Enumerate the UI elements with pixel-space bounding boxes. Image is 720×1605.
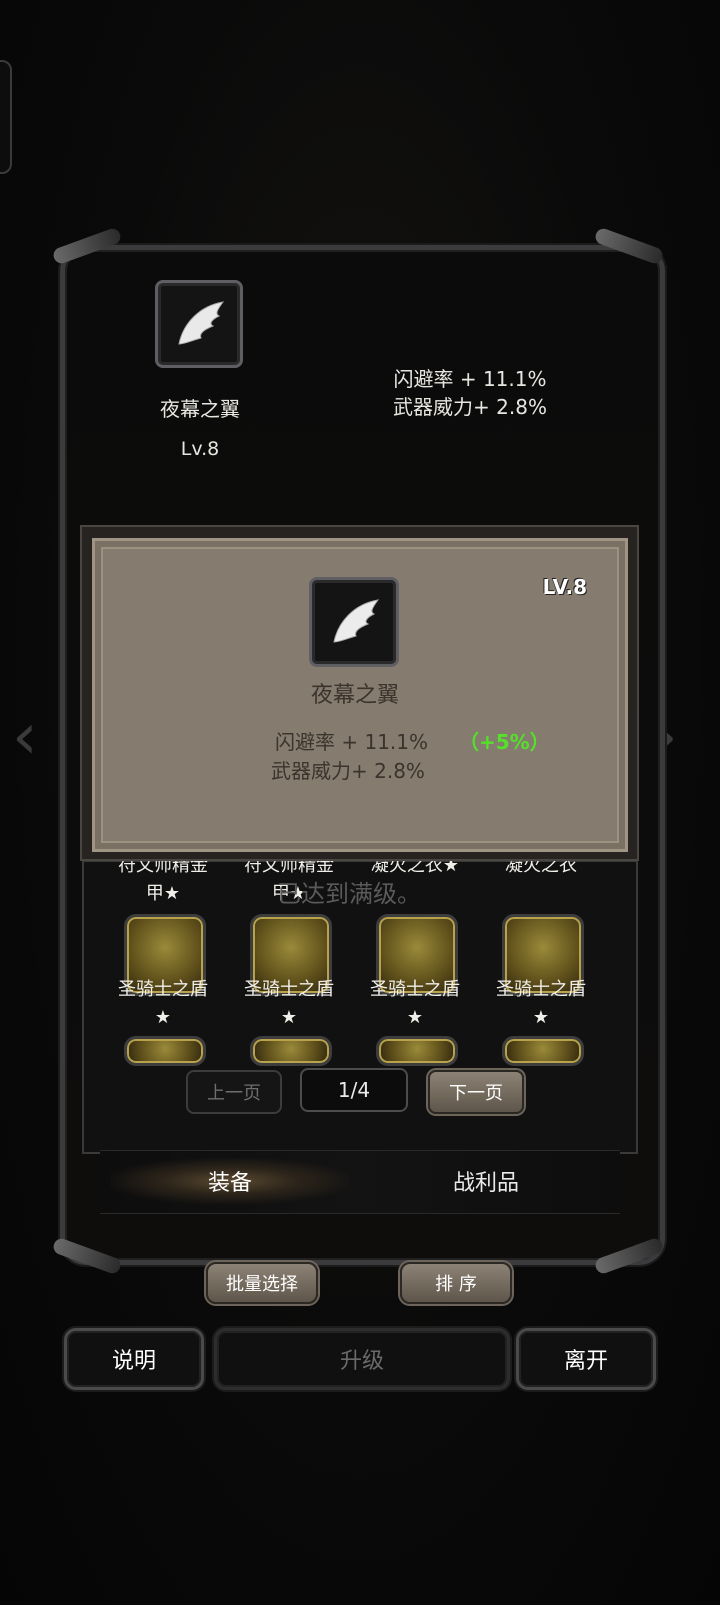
upgrade-button[interactable]: 升级 bbox=[214, 1328, 510, 1390]
shield-icon[interactable] bbox=[250, 1036, 332, 1066]
shield-icon[interactable] bbox=[124, 1036, 206, 1066]
inventory-grid: 符文师精金 符文师精金 凝火之衣★ 凝火之衣 甲★ 甲★ 已达到满级。 圣骑士之… bbox=[82, 855, 638, 1154]
prev-arrow-icon[interactable]: ‹ bbox=[12, 700, 38, 774]
max-level-overlay: 已达到满级。 bbox=[277, 880, 421, 908]
grid-item-name: 圣骑士之盾 bbox=[244, 979, 334, 1000]
prev-page-button[interactable]: 上一页 bbox=[186, 1070, 282, 1114]
grid-item-name: 甲★ bbox=[145, 883, 181, 904]
leave-button[interactable]: 离开 bbox=[516, 1328, 656, 1390]
grid-item-star: ★ bbox=[532, 1007, 550, 1028]
tooltip-level: LV.8 bbox=[542, 575, 587, 599]
tab-equipment[interactable]: 装备 bbox=[110, 1158, 350, 1204]
shield-icon[interactable] bbox=[502, 1036, 584, 1066]
tab-loot[interactable]: 战利品 bbox=[366, 1158, 606, 1204]
side-tab[interactable] bbox=[0, 60, 12, 174]
shield-icon[interactable] bbox=[376, 1036, 458, 1066]
grid-item-star: ★ bbox=[154, 1007, 172, 1028]
item-tooltip: LV.8 夜幕之翼 闪避率 + 11.1% 武器威力+ 2.8% （+5%） bbox=[92, 538, 628, 852]
page-indicator: 1/4 bbox=[300, 1068, 408, 1112]
help-button[interactable]: 说明 bbox=[64, 1328, 204, 1390]
wing-icon bbox=[333, 599, 380, 643]
tooltip-bonus: （+5%） bbox=[459, 730, 550, 754]
tooltip-stat-1: 闪避率 + 11.1% bbox=[275, 730, 429, 754]
batch-select-button[interactable]: 批量选择 bbox=[206, 1262, 318, 1304]
tooltip-item-name: 夜幕之翼 bbox=[310, 683, 399, 708]
sort-button[interactable]: 排 序 bbox=[400, 1262, 512, 1304]
equipped-item-slot[interactable] bbox=[155, 280, 243, 368]
grid-item-name: 圣骑士之盾 bbox=[496, 979, 586, 1000]
grid-item-name: 圣骑士之盾 bbox=[118, 979, 208, 1000]
equipped-item-name: 夜幕之翼 bbox=[160, 397, 240, 421]
wing-icon bbox=[178, 301, 225, 345]
grid-item-star: ★ bbox=[280, 1007, 298, 1028]
equipped-stat-2: 武器威力+ 2.8% bbox=[393, 395, 547, 419]
grid-item-name: 圣骑士之盾 bbox=[370, 979, 460, 1000]
tooltip-stat-2: 武器威力+ 2.8% bbox=[271, 759, 425, 783]
next-page-button[interactable]: 下一页 bbox=[428, 1070, 524, 1114]
grid-item-star: ★ bbox=[406, 1007, 424, 1028]
equipped-item-level: Lv.8 bbox=[180, 438, 220, 460]
equipped-stat-1: 闪避率 + 11.1% bbox=[393, 367, 547, 391]
tooltip-item-slot bbox=[309, 577, 399, 667]
